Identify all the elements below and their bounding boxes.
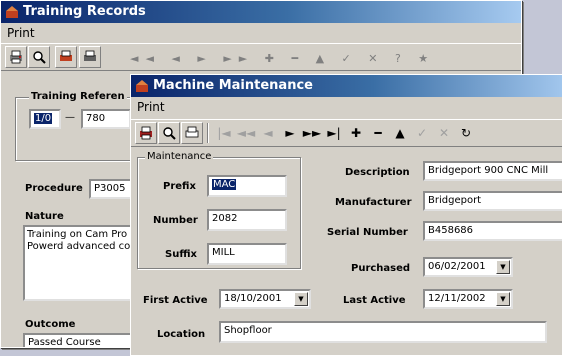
print-alt-button[interactable] <box>79 46 101 68</box>
preview-icon <box>33 51 46 64</box>
first-active-label: First Active <box>143 295 208 306</box>
outcome-label: Outcome <box>25 319 76 330</box>
serial-number-field[interactable]: B458686 <box>423 221 562 241</box>
print-icon <box>84 50 96 61</box>
menu-bar: Print <box>1 24 521 42</box>
print-icon <box>10 50 22 64</box>
last-active-date-picker[interactable]: 12/11/2002 ▼ <box>423 289 513 309</box>
toolbar-separator <box>207 123 209 143</box>
print-button[interactable] <box>135 122 157 144</box>
range-dash: — <box>65 112 75 123</box>
first-active-value: 18/10/2001 <box>224 293 282 304</box>
add-record-button[interactable]: ✚ <box>345 122 367 144</box>
next-icon: ► <box>285 126 295 140</box>
add-icon: ✚ <box>350 126 362 140</box>
range-to-field[interactable]: 780 <box>81 109 131 129</box>
machine-maintenance-window: Machine Maintenance Print |◄ ◄◄ ◄ ► ►► ►… <box>130 74 562 356</box>
cancel-button[interactable]: ✕ <box>433 122 455 144</box>
menu-print[interactable]: Print <box>1 26 41 40</box>
menu-print[interactable]: Print <box>131 100 171 114</box>
prev-page-button[interactable]: ◄◄ <box>235 122 257 144</box>
print-button[interactable] <box>5 46 27 68</box>
print-setup-icon <box>185 126 199 138</box>
prefix-field[interactable]: MAC <box>207 175 287 197</box>
number-label: Number <box>153 215 198 226</box>
procedure-label: Procedure <box>25 183 83 194</box>
first-record-button[interactable]: |◄ <box>213 122 235 144</box>
back-nav-glyphs: ◄◄ ◄ ► ►► ✚ ━ ▲ ✓ ✕ ? ★ <box>130 52 436 65</box>
last-icon: ►| <box>327 126 341 140</box>
prev-page-icon: ◄◄ <box>236 126 256 140</box>
refresh-icon: ↻ <box>460 126 472 140</box>
prefix-label: Prefix <box>163 181 196 192</box>
chevron-down-icon[interactable]: ▼ <box>496 292 510 306</box>
delete-icon: ━ <box>374 126 382 140</box>
suffix-field[interactable]: MILL <box>207 243 287 265</box>
print-setup-button[interactable] <box>55 46 77 68</box>
app-icon <box>136 80 148 92</box>
delete-record-button[interactable]: ━ <box>367 122 389 144</box>
print-setup-icon <box>60 50 72 61</box>
machine-maintenance-titlebar[interactable]: Machine Maintenance <box>131 75 562 97</box>
location-label: Location <box>157 329 206 340</box>
suffix-label: Suffix <box>165 249 197 260</box>
last-active-value: 12/11/2002 <box>428 293 486 304</box>
serial-number-label: Serial Number <box>327 227 408 238</box>
chevron-down-icon[interactable]: ▼ <box>496 260 510 274</box>
manufacturer-field[interactable]: Bridgeport <box>423 191 562 211</box>
range-from-field[interactable]: 1/0 <box>29 109 61 129</box>
purchased-label: Purchased <box>351 263 411 274</box>
prev-icon: ◄ <box>263 126 273 140</box>
last-record-button[interactable]: ►| <box>323 122 345 144</box>
window-title: Training Records <box>23 4 146 19</box>
preview-button[interactable] <box>158 122 180 144</box>
undo-button[interactable]: ✓ <box>411 122 433 144</box>
training-reference-group <box>15 97 147 161</box>
nature-textarea[interactable]: Training on Cam Pro Powerd advanced co <box>23 225 143 301</box>
refresh-button[interactable]: ↻ <box>455 122 477 144</box>
location-field[interactable]: Shopfloor <box>219 321 547 343</box>
next-record-button[interactable]: ► <box>279 122 301 144</box>
nature-line-2: Powerd advanced co <box>27 241 131 252</box>
cancel-icon: ✕ <box>438 126 450 140</box>
training-reference-label: Training Referen <box>29 91 127 102</box>
number-field[interactable]: 2082 <box>207 209 287 231</box>
app-icon <box>6 6 18 18</box>
purchased-date-picker[interactable]: 06/02/2001 ▼ <box>423 257 513 277</box>
description-field[interactable]: Bridgeport 900 CNC Mill <box>423 161 562 181</box>
nature-line-1: Training on Cam Pro <box>27 229 128 240</box>
description-label: Description <box>345 167 410 178</box>
window-title: Machine Maintenance <box>153 78 313 93</box>
print-setup-button[interactable] <box>181 122 203 144</box>
training-records-titlebar[interactable]: Training Records <box>1 1 521 23</box>
preview-button[interactable] <box>28 46 50 68</box>
nature-label: Nature <box>25 211 64 222</box>
menu-bar: Print <box>131 98 562 116</box>
back-toolbar-tail: ◄◄ ◄ ► ►► ✚ ━ ▲ ✓ ✕ ? ★ <box>130 52 520 70</box>
first-icon: |◄ <box>217 126 231 140</box>
print-icon <box>140 126 152 140</box>
next-page-button[interactable]: ►► <box>301 122 323 144</box>
undo-icon: ✓ <box>416 126 428 140</box>
next-page-icon: ►► <box>302 126 322 140</box>
toolbar: |◄ ◄◄ ◄ ► ►► ►| ✚ ━ ▲ ✓ ✕ ↻ <box>131 119 562 147</box>
last-active-label: Last Active <box>343 295 406 306</box>
first-active-date-picker[interactable]: 18/10/2001 ▼ <box>219 289 311 309</box>
chevron-down-icon[interactable]: ▼ <box>294 292 308 306</box>
purchased-value: 06/02/2001 <box>428 261 486 272</box>
maintenance-group-label: Maintenance <box>145 151 214 162</box>
manufacturer-label: Manufacturer <box>335 197 412 208</box>
prev-record-button[interactable]: ◄ <box>257 122 279 144</box>
save-icon: ▲ <box>395 126 405 140</box>
save-record-button[interactable]: ▲ <box>389 122 411 144</box>
preview-icon <box>163 127 176 140</box>
